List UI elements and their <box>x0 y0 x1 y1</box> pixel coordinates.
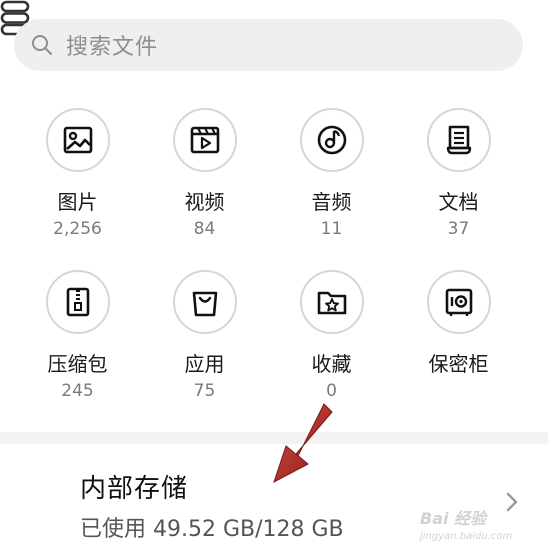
category-label: 音频 <box>311 190 352 214</box>
category-label: 收藏 <box>311 352 352 376</box>
category-icon-circle <box>45 108 110 172</box>
app-bag-icon <box>192 291 217 317</box>
category-count: 245 <box>61 381 94 401</box>
document-icon <box>446 125 471 155</box>
category-count: 75 <box>193 381 216 401</box>
image-icon <box>63 126 92 154</box>
archive-icon <box>66 287 89 317</box>
category-videos[interactable]: 视频 84 <box>141 108 268 239</box>
safe-icon <box>445 288 472 316</box>
category-label: 压缩包 <box>47 352 108 376</box>
favorite-folder-icon <box>317 291 346 315</box>
category-label: 保密柜 <box>428 352 489 376</box>
category-apps[interactable]: 应用 75 <box>141 270 268 401</box>
category-icon-circle <box>172 108 237 172</box>
category-icon-circle <box>426 108 491 172</box>
category-icon-circle <box>172 270 237 334</box>
category-icon-circle <box>426 270 491 334</box>
category-favorites[interactable]: 收藏 0 <box>268 270 395 401</box>
category-audio[interactable]: 音频 11 <box>268 108 395 239</box>
category-label: 文档 <box>438 190 479 214</box>
category-count: 37 <box>447 219 470 239</box>
search-bar[interactable]: 搜索文件 <box>14 19 523 71</box>
category-icon-circle <box>299 270 364 334</box>
category-count: 0 <box>326 381 337 401</box>
search-icon <box>32 35 52 55</box>
storage-title: 内部存储 <box>80 474 189 504</box>
category-count: 11 <box>320 219 343 239</box>
category-safe[interactable]: 保密柜 <box>395 270 522 381</box>
category-count: 2,256 <box>53 219 102 239</box>
watermark-text: Bai 经验 <box>420 509 487 528</box>
category-label: 应用 <box>184 352 225 376</box>
annotation-arrow-icon <box>273 403 333 484</box>
audio-icon <box>317 125 346 155</box>
watermark-url: jingyan.baidu.com <box>420 531 513 542</box>
storage-used-text: 已使用 49.52 GB/128 GB <box>80 517 344 542</box>
search-placeholder: 搜索文件 <box>66 35 159 60</box>
category-images[interactable]: 图片 2,256 <box>14 108 141 239</box>
category-label: 视频 <box>184 190 225 214</box>
video-icon <box>190 126 219 154</box>
watermark-logo: Bai 经验 jingyan.baidu.com <box>420 505 512 542</box>
category-label: 图片 <box>57 190 98 214</box>
category-archives[interactable]: 压缩包 245 <box>14 270 141 401</box>
category-documents[interactable]: 文档 37 <box>395 108 522 239</box>
category-icon-circle <box>45 270 110 334</box>
category-icon-circle <box>299 108 364 172</box>
category-count: 84 <box>193 219 216 239</box>
